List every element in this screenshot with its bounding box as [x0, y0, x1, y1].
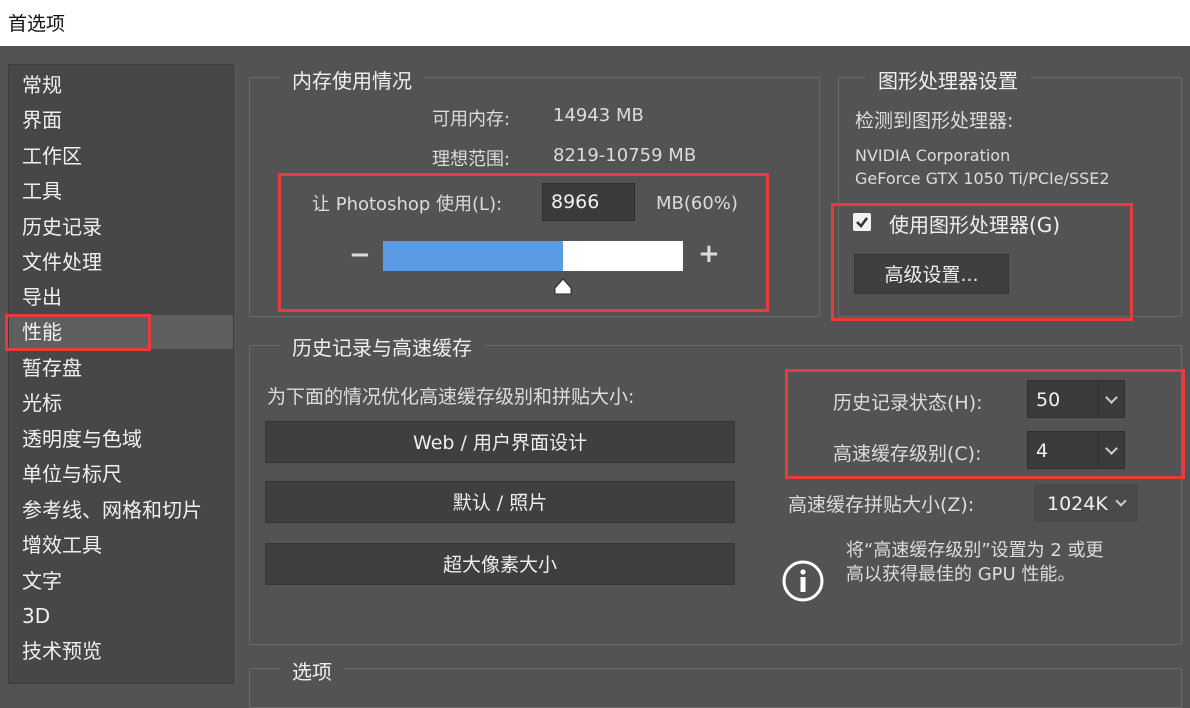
options-title: 选项 — [280, 656, 344, 685]
sidebar-item-transparency[interactable]: 透明度与色域 — [9, 422, 233, 456]
available-memory-value: 14943 MB — [553, 105, 644, 126]
chevron-down-icon — [1111, 485, 1137, 521]
cache-info-line-2: 高以获得最佳的 GPU 性能。 — [846, 564, 1076, 585]
preset-web-ui-button[interactable]: Web / 用户界面设计 — [265, 421, 735, 463]
sidebar-item-interface[interactable]: 界面 — [9, 103, 233, 137]
sidebar-item-3d[interactable]: 3D — [9, 599, 233, 633]
window-title: 首选项 — [8, 13, 66, 35]
cache-tile-size-label: 高速缓存拼贴大小(Z): — [788, 494, 975, 516]
optimize-cache-label: 为下面的情况优化高速缓存级别和拼贴大小: — [267, 386, 635, 408]
window-titlebar: 首选项 — [0, 0, 1190, 46]
sidebar-item-tech-previews[interactable]: 技术预览 — [9, 634, 233, 668]
highlight-box-cache — [785, 369, 1185, 479]
options-group — [249, 668, 1182, 708]
cache-info-line-1: 将“高速缓存级别”设置为 2 或更 — [846, 540, 1104, 561]
gpu-model: GeForce GTX 1050 Ti/PCIe/SSE2 — [855, 169, 1110, 188]
preset-default-photos-button[interactable]: 默认 / 照片 — [265, 481, 735, 523]
sidebar-item-scratch-disks[interactable]: 暂存盘 — [9, 351, 233, 385]
gpu-vendor: NVIDIA Corporation — [855, 146, 1011, 165]
history-cache-title: 历史记录与高速缓存 — [280, 332, 484, 361]
gpu-detected-label: 检测到图形处理器: — [855, 110, 1014, 132]
ideal-range-value: 8219-10759 MB — [553, 145, 697, 166]
preset-huge-pixel-button[interactable]: 超大像素大小 — [265, 543, 735, 585]
sidebar-item-units-rulers[interactable]: 单位与标尺 — [9, 457, 233, 491]
sidebar-item-general[interactable]: 常规 — [9, 68, 233, 102]
memory-usage-title: 内存使用情况 — [280, 65, 424, 94]
sidebar-item-workspace[interactable]: 工作区 — [9, 139, 233, 173]
gpu-settings-title: 图形处理器设置 — [866, 65, 1030, 94]
sidebar-item-cursors[interactable]: 光标 — [9, 386, 233, 420]
sidebar-item-file-handling[interactable]: 文件处理 — [9, 245, 233, 279]
cache-tile-size-value: 1024K — [1047, 493, 1108, 515]
highlight-box-gpu — [831, 203, 1133, 321]
preferences-sidebar: 常规 界面 工作区 工具 历史记录 文件处理 导出 性能 暂存盘 光标 透明度与… — [8, 64, 234, 684]
sidebar-item-type[interactable]: 文字 — [9, 564, 233, 598]
sidebar-item-tools[interactable]: 工具 — [9, 174, 233, 208]
ideal-range-label: 理想范围: — [432, 149, 511, 170]
cache-tile-size-select[interactable]: 1024K — [1034, 484, 1138, 522]
sidebar-item-history[interactable]: 历史记录 — [9, 210, 233, 244]
sidebar-item-plugins[interactable]: 增效工具 — [9, 528, 233, 562]
highlight-box-performance — [5, 314, 151, 351]
highlight-box-memory — [278, 173, 769, 312]
info-icon — [782, 560, 824, 602]
available-memory-label: 可用内存: — [432, 109, 511, 130]
sidebar-item-export[interactable]: 导出 — [9, 280, 233, 314]
sidebar-item-guides-grid[interactable]: 参考线、网格和切片 — [9, 493, 233, 527]
